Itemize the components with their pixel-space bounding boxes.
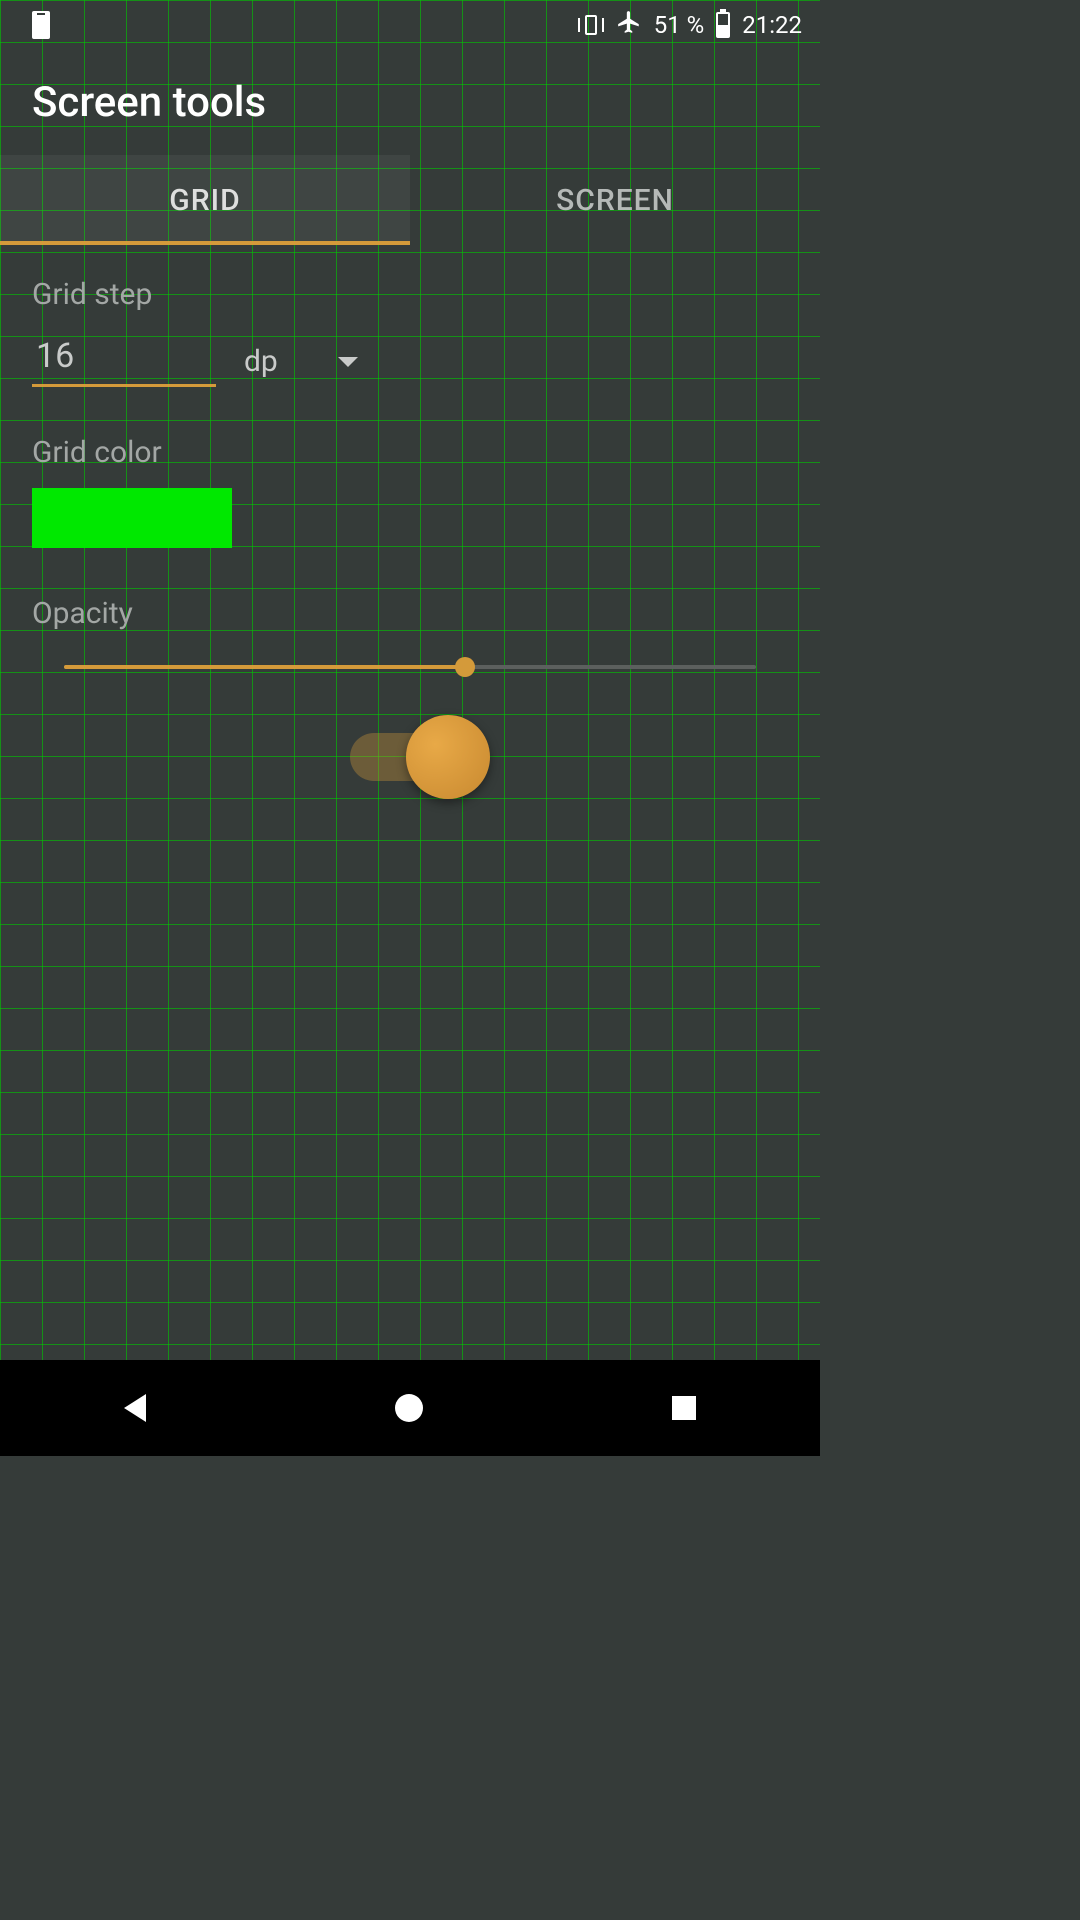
tab-bar: GRID SCREEN [0, 155, 820, 245]
page-title: Screen tools [32, 78, 788, 127]
battery-icon [716, 12, 730, 38]
tab-grid[interactable]: GRID [0, 155, 410, 245]
opacity-slider[interactable] [64, 665, 756, 669]
grid-step-unit-select[interactable]: dp [244, 344, 358, 387]
grid-step-unit: dp [244, 344, 278, 379]
vibrate-icon [578, 12, 604, 38]
airplane-mode-icon [616, 9, 642, 41]
grid-color-label: Grid color [32, 435, 788, 470]
tab-screen[interactable]: SCREEN [410, 155, 820, 245]
opacity-label: Opacity [32, 596, 788, 631]
nav-back-button[interactable] [124, 1394, 146, 1422]
chevron-down-icon [338, 357, 358, 367]
opacity-slider-thumb[interactable] [455, 657, 475, 677]
clock: 21:22 [742, 11, 802, 39]
tab-grid-label: GRID [169, 183, 240, 218]
grid-enable-toggle[interactable] [350, 733, 470, 781]
app-title-bar: Screen tools [0, 50, 820, 155]
grid-step-label: Grid step [32, 277, 788, 312]
sim-card-icon [32, 11, 50, 39]
navigation-bar [0, 1360, 820, 1456]
nav-home-button[interactable] [395, 1394, 423, 1422]
battery-percent: 51 % [654, 11, 705, 39]
grid-color-swatch[interactable] [32, 488, 232, 548]
toggle-knob [406, 715, 490, 799]
tab-screen-label: SCREEN [556, 183, 674, 218]
grid-step-input[interactable]: 16 [32, 330, 216, 387]
opacity-slider-fill [64, 665, 465, 669]
status-bar: 51 % 21:22 [0, 0, 820, 50]
nav-recent-button[interactable] [672, 1396, 696, 1420]
